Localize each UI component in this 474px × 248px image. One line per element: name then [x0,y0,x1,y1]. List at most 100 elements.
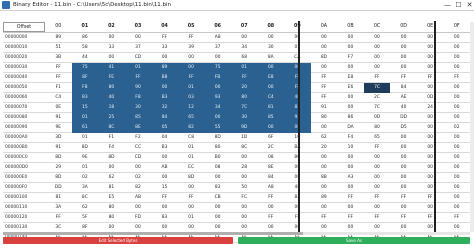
byte-cell[interactable]: 00 [417,173,444,183]
byte-cell[interactable]: 00 [151,153,178,163]
byte-cell[interactable]: CB [204,193,231,203]
byte-cell[interactable]: 25 [98,113,125,123]
byte-cell[interactable]: 00 [337,183,364,193]
byte-cell[interactable]: FF [258,193,285,203]
byte-cell[interactable]: 3A [45,203,72,213]
byte-cell[interactable]: 03 [177,93,205,103]
byte-cell[interactable]: 9D [230,123,258,133]
byte-cell[interactable]: 00 [417,203,444,213]
byte-cell[interactable]: 00 [151,203,178,213]
byte-cell[interactable]: 1D [231,133,258,143]
byte-cell[interactable]: C4 [45,93,72,103]
byte-cell[interactable]: 75 [204,63,231,73]
byte-cell[interactable]: FF [364,143,391,153]
byte-cell[interactable]: A3 [337,173,364,183]
byte-cell[interactable]: 89 [45,33,72,43]
byte-cell[interactable]: FE [98,73,125,83]
byte-cell[interactable]: 34 [204,103,231,113]
byte-cell[interactable]: 6F [258,133,285,143]
byte-cell[interactable]: FF [364,213,391,223]
byte-cell[interactable]: FF [390,193,417,203]
byte-cell[interactable]: 44 [72,53,99,63]
byte-cell[interactable]: 00 [443,63,470,73]
byte-cell[interactable]: 00 [390,133,417,143]
byte-cell[interactable]: CD [125,53,152,63]
byte-cell[interactable]: 33 [98,43,125,53]
edit-selected-bytes-button[interactable]: Edit Selected Bytes [3,237,233,244]
byte-cell[interactable]: D5 [390,123,417,133]
minimize-button[interactable]: — [442,0,453,10]
byte-cell[interactable]: 65 [364,133,391,143]
byte-cell[interactable]: 91 [311,103,338,113]
byte-cell[interactable]: 00 [417,53,444,63]
byte-cell[interactable]: 00 [125,163,152,173]
byte-cell[interactable]: 00 [390,43,417,53]
byte-cell[interactable]: 01 [72,133,99,143]
byte-cell[interactable]: 75 [71,63,99,73]
byte-cell[interactable]: 8C [231,143,258,153]
byte-cell[interactable]: 00 [178,53,205,63]
byte-cell[interactable]: 02 [443,123,470,133]
byte-cell[interactable]: 02 [125,173,152,183]
byte-cell[interactable]: 00 [177,63,205,73]
byte-cell[interactable]: F1 [45,83,72,93]
byte-cell[interactable]: 00 [231,173,258,183]
byte-cell[interactable]: 62 [98,173,125,183]
byte-cell[interactable]: FF [151,193,178,203]
byte-cell[interactable]: 2C [258,143,285,153]
byte-cell[interactable]: 00 [337,33,364,43]
byte-cell[interactable]: 00 [390,173,417,183]
byte-cell[interactable]: 9E [45,123,72,133]
byte-cell[interactable]: 8C [98,123,125,133]
save-as-button[interactable]: Save As [238,237,470,244]
byte-cell[interactable]: FF [443,73,470,83]
byte-cell[interactable]: 89 [151,63,178,73]
byte-cell[interactable]: 00 [98,53,125,63]
byte-cell[interactable]: 00 [257,63,285,73]
byte-cell[interactable]: 00 [337,103,364,113]
byte-cell[interactable]: FF [124,73,152,83]
byte-cell[interactable]: DD [45,183,72,193]
byte-cell[interactable]: 8D [72,143,99,153]
byte-cell[interactable]: EC [178,163,205,173]
byte-cell[interactable]: 00 [311,153,338,163]
byte-cell[interactable]: 84 [390,83,417,93]
byte-cell[interactable]: 7C [364,103,391,113]
byte-cell[interactable]: 84 [151,113,178,123]
horizontal-scrollbar[interactable] [3,232,470,235]
byte-cell[interactable]: 00 [204,83,231,93]
byte-cell[interactable]: 0E [45,103,72,113]
byte-cell[interactable]: 3D [45,133,72,143]
byte-cell[interactable]: E6 [337,83,364,93]
byte-cell[interactable]: 65 [177,113,205,123]
byte-cell[interactable]: 00 [443,143,470,153]
byte-cell[interactable]: FF [390,213,417,223]
byte-cell[interactable]: 01 [230,63,258,73]
byte-cell[interactable]: 00 [417,153,444,163]
byte-cell[interactable]: FF [45,213,72,223]
byte-cell[interactable]: B3 [151,143,178,153]
byte-cell[interactable]: F4 [337,133,364,143]
byte-cell[interactable]: 00 [417,133,444,143]
byte-cell[interactable]: 00 [311,63,338,73]
byte-cell[interactable]: 00 [443,53,470,63]
byte-cell[interactable]: 10 [337,143,364,153]
byte-cell[interactable]: 91 [45,113,72,123]
byte-cell[interactable]: 00 [417,33,444,43]
byte-cell[interactable]: AE [390,93,417,103]
byte-cell[interactable]: 8D [204,133,231,143]
byte-cell[interactable]: 8C [72,193,99,203]
byte-cell[interactable]: 00 [258,33,285,43]
byte-cell[interactable]: 00 [311,43,338,53]
byte-cell[interactable]: 41 [98,63,125,73]
byte-cell[interactable]: E5 [98,193,125,203]
byte-cell[interactable]: 28 [231,163,258,173]
byte-cell[interactable]: 8B [311,173,338,183]
byte-cell[interactable]: CD [125,153,152,163]
byte-cell[interactable]: 00 [337,163,364,173]
byte-cell[interactable]: 20 [230,83,258,93]
byte-cell[interactable]: FF [417,73,444,83]
byte-cell[interactable]: 00 [98,163,125,173]
byte-cell[interactable]: 00 [443,33,470,43]
byte-cell[interactable]: 33 [151,43,178,53]
